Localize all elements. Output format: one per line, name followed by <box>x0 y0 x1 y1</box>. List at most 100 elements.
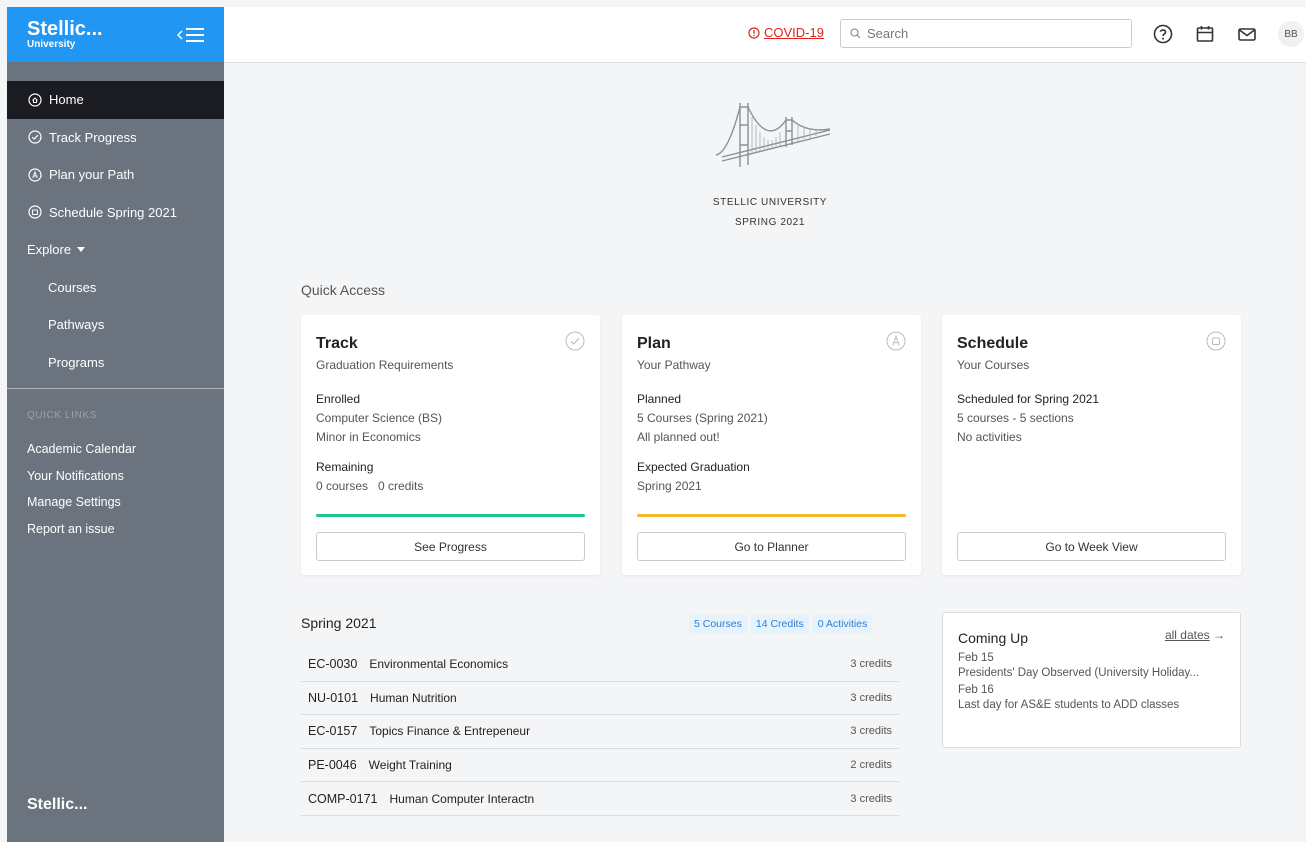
activities-count-badge: 0 Activities <box>812 615 873 633</box>
progress-bar <box>316 514 585 517</box>
card-value: No activities <box>957 430 1022 444</box>
quick-link-notifications[interactable]: Your Notifications <box>7 463 224 490</box>
brand-name: Stellic... <box>27 17 103 40</box>
hero-university-name: STELLIC UNIVERSITY <box>712 197 828 208</box>
card-value: All planned out! <box>637 430 720 444</box>
event-item[interactable]: Feb 15 Presidents' Day Observed (Univers… <box>958 652 1225 679</box>
sidebar-item-label: Schedule Spring 2021 <box>49 204 177 220</box>
sidebar-item-programs[interactable]: Programs <box>7 344 224 382</box>
card-value: Minor in Economics <box>316 430 421 444</box>
quick-link-report-issue[interactable]: Report an issue <box>7 516 224 543</box>
progress-bar-fill <box>316 514 585 517</box>
course-credits: 3 credits <box>850 792 892 805</box>
course-name: Environmental Economics <box>369 657 509 672</box>
course-name: Human Computer Interactn <box>389 791 535 806</box>
search-icon <box>850 28 861 39</box>
course-row[interactable]: COMP-0171 Human Computer Interactn 3 cre… <box>301 782 899 816</box>
sidebar-item-label: Explore <box>27 242 72 258</box>
mail-icon[interactable] <box>1236 23 1258 45</box>
card-label: Planned <box>637 392 682 406</box>
progress-bar <box>637 514 906 517</box>
quick-access-title: Quick Access <box>301 282 386 298</box>
sidebar-item-label: Plan your Path <box>49 167 135 183</box>
courses-count-badge: 5 Courses <box>689 615 747 633</box>
chevron-left-icon <box>176 29 183 40</box>
course-code: COMP-0171 <box>308 791 378 806</box>
card-label: Remaining <box>316 460 374 474</box>
caret-down-icon <box>77 246 86 252</box>
course-row[interactable]: EC-0157 Topics Finance & Entrepeneur 3 c… <box>301 715 899 749</box>
search-box[interactable] <box>840 19 1132 48</box>
sidebar-item-label: Pathways <box>48 317 105 333</box>
course-code: EC-0030 <box>308 657 358 672</box>
card-title: Plan <box>637 335 671 352</box>
top-bar: COVID-19 BB <box>224 7 1306 63</box>
sidebar-item-courses[interactable]: Courses <box>7 269 224 307</box>
event-text: Last day for AS&E students to ADD classe… <box>958 699 1180 711</box>
course-code: EC-0157 <box>308 724 358 739</box>
plan-a-icon <box>27 167 42 182</box>
coming-up-panel: Coming Up all dates → Feb 15 Presidents'… <box>942 612 1241 748</box>
card-value: 0 courses 0 credits <box>316 479 424 493</box>
see-progress-button[interactable]: See Progress <box>316 532 585 561</box>
sidebar-item-track-progress[interactable]: Track Progress <box>7 119 224 157</box>
sidebar-item-schedule[interactable]: Schedule Spring 2021 <box>7 194 224 232</box>
course-credits: 2 credits <box>850 759 892 772</box>
event-item[interactable]: Feb 16 Last day for AS&E students to ADD… <box>958 684 1225 711</box>
go-to-planner-button[interactable]: Go to Planner <box>637 532 906 561</box>
course-name: Weight Training <box>368 758 452 773</box>
course-row[interactable]: PE-0046 Weight Training 2 credits <box>301 749 899 783</box>
sidebar: Stellic... University Home Track Progres… <box>7 7 224 842</box>
brand-subtitle: University <box>27 38 76 50</box>
quick-link-academic-calendar[interactable]: Academic Calendar <box>7 436 224 463</box>
card-subtitle: Your Pathway <box>637 358 711 372</box>
sidebar-item-pathways[interactable]: Pathways <box>7 306 224 344</box>
course-credits: 3 credits <box>850 658 892 671</box>
card-subtitle: Your Courses <box>957 358 1030 372</box>
course-code: NU-0101 <box>308 690 359 705</box>
check-circle-icon <box>27 130 42 145</box>
event-date: Feb 15 <box>958 652 994 664</box>
sidebar-item-explore[interactable]: Explore <box>7 231 224 269</box>
collapse-sidebar-button[interactable] <box>176 27 204 42</box>
course-row[interactable]: EC-0030 Environmental Economics 3 credit… <box>301 648 899 682</box>
alert-circle-icon <box>748 26 760 39</box>
quick-links-title: QUICK LINKS <box>27 410 97 421</box>
check-circle-icon <box>565 331 585 351</box>
credits-count-badge: 14 Credits <box>750 615 809 633</box>
covid-label: COVID-19 <box>764 25 824 40</box>
sidebar-item-label: Track Progress <box>49 129 137 145</box>
course-list: EC-0030 Environmental Economics 3 credit… <box>301 648 899 816</box>
help-icon[interactable] <box>1152 23 1174 45</box>
schedule-icon <box>1206 331 1226 351</box>
sidebar-item-label: Courses <box>48 279 97 295</box>
card-title: Track <box>316 335 358 352</box>
covid-link[interactable]: COVID-19 <box>748 25 824 40</box>
course-name: Human Nutrition <box>370 690 457 705</box>
plan-a-icon <box>886 331 906 351</box>
card-value: Computer Science (BS) <box>316 411 443 425</box>
bridge-logo <box>715 103 831 167</box>
card-value: Spring 2021 <box>637 479 702 493</box>
course-credits: 3 credits <box>850 725 892 738</box>
sidebar-item-label: Programs <box>48 354 105 370</box>
event-date: Feb 16 <box>958 684 994 696</box>
go-to-week-view-button[interactable]: Go to Week View <box>957 532 1226 561</box>
schedule-card: Schedule Your Courses Scheduled for Spri… <box>942 315 1241 575</box>
home-icon <box>27 92 42 107</box>
progress-bar-fill <box>637 514 906 517</box>
quick-link-settings[interactable]: Manage Settings <box>7 489 224 516</box>
calendar-icon[interactable] <box>1194 23 1216 45</box>
semester-title: Spring 2021 <box>301 615 377 631</box>
brand-logo[interactable]: Stellic... University <box>27 19 103 51</box>
hero-term: SPRING 2021 <box>735 217 805 228</box>
all-dates-link[interactable]: all dates → <box>1165 628 1225 642</box>
avatar[interactable]: BB <box>1278 21 1304 47</box>
sidebar-item-home[interactable]: Home <box>7 81 224 119</box>
course-row[interactable]: NU-0101 Human Nutrition 3 credits <box>301 682 899 716</box>
search-input[interactable] <box>867 26 1117 41</box>
course-name: Topics Finance & Entrepeneur <box>369 724 531 739</box>
plan-card: Plan Your Pathway Planned 5 Courses (Spr… <box>622 315 921 575</box>
card-label: Enrolled <box>316 392 361 406</box>
sidebar-item-plan-path[interactable]: Plan your Path <box>7 156 224 194</box>
